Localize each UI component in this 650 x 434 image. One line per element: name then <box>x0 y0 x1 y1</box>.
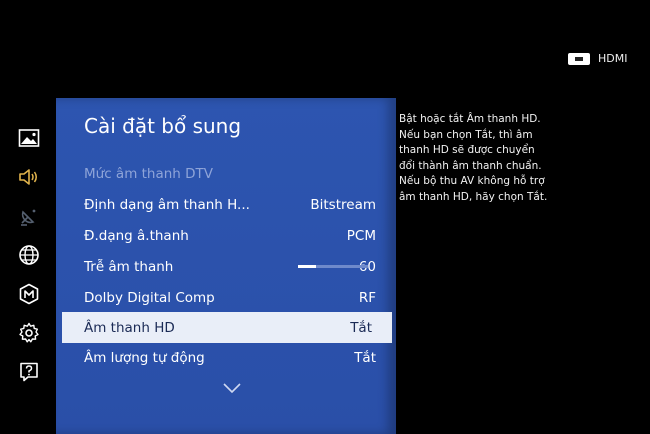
menu-item-label: Định dạng âm thanh H... <box>84 197 250 213</box>
menu-item-label: Âm lượng tự động <box>84 350 205 366</box>
menu-item-value: PCM <box>346 228 376 244</box>
hdmi-icon <box>568 52 590 65</box>
menu-item-value: RF <box>358 290 376 306</box>
settings-panel: Cài đặt bổ sung Mức âm thanh DTV Định dạ… <box>56 98 396 434</box>
satellite-icon <box>21 209 36 226</box>
sidebar-item-system[interactable] <box>14 274 44 313</box>
menu-item-label: Trễ âm thanh <box>84 259 174 275</box>
menu-item-label: Mức âm thanh DTV <box>84 166 214 182</box>
source-indicator: HDMI <box>568 52 627 65</box>
picture-icon <box>18 128 40 147</box>
sidebar-item-settings[interactable] <box>14 313 44 352</box>
menu-item-dtv-audio-level: Mức âm thanh DTV <box>84 160 376 188</box>
sound-icon <box>19 168 37 185</box>
sidebar-item-sound[interactable] <box>14 157 44 196</box>
menu-item-value: Tắt <box>354 350 376 366</box>
source-label: HDMI <box>598 52 628 65</box>
chevron-down-icon[interactable] <box>222 382 242 394</box>
menu-item-audio-format[interactable]: Đ.dạng â.thanh PCM <box>84 222 376 250</box>
sidebar-item-support[interactable] <box>14 352 44 391</box>
sidebar <box>14 118 44 391</box>
menu-item-value: Tắt <box>350 319 372 336</box>
panel-title: Cài đặt bổ sung <box>84 114 242 138</box>
help-text: Bật hoặc tắt Âm thanh HD. Nếu bạn chọn T… <box>399 113 548 203</box>
cube-icon <box>19 283 39 304</box>
menu-item-hd-audio[interactable]: Âm thanh HD Tắt <box>62 312 392 343</box>
slider-fill <box>298 265 316 268</box>
menu-item-label: Âm thanh HD <box>84 319 175 336</box>
help-icon <box>20 362 38 381</box>
menu-item-auto-volume[interactable]: Âm lượng tự động Tắt <box>84 344 376 372</box>
menu-item-value: Bitstream <box>310 197 376 213</box>
sidebar-item-picture[interactable] <box>14 118 44 157</box>
globe-icon <box>19 244 39 265</box>
menu-item-audio-delay[interactable]: Trễ âm thanh 60 <box>84 253 376 281</box>
menu-item-label: Dolby Digital Comp <box>84 290 215 306</box>
sidebar-item-broadcast[interactable] <box>14 196 44 235</box>
sidebar-item-network[interactable] <box>14 235 44 274</box>
menu-item-dolby-digital-comp[interactable]: Dolby Digital Comp RF <box>84 284 376 312</box>
menu-item-label: Đ.dạng â.thanh <box>84 228 189 244</box>
gear-icon <box>19 322 39 342</box>
menu-item-hdmi-audio-format[interactable]: Định dạng âm thanh H... Bitstream <box>84 191 376 219</box>
audio-delay-slider[interactable] <box>298 265 368 268</box>
